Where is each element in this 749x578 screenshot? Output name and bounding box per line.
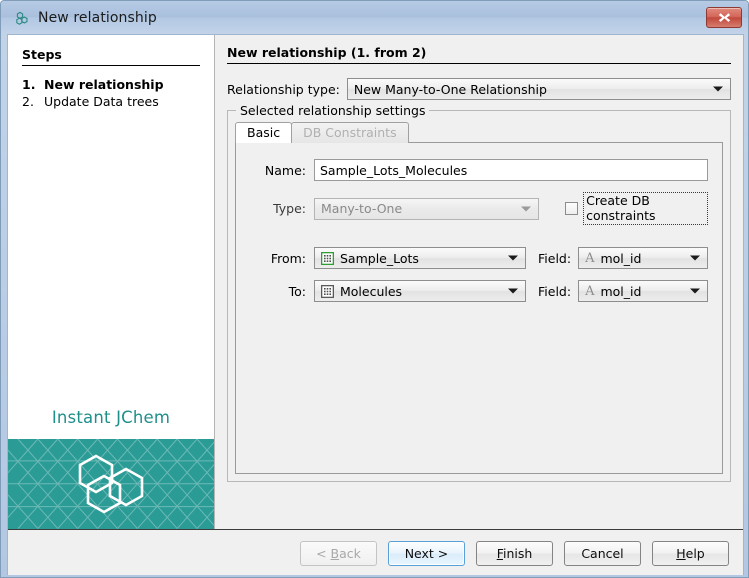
chevron-down-icon xyxy=(508,289,518,294)
to-field-value: mol_id xyxy=(600,284,641,299)
text-field-a-icon: A xyxy=(585,252,594,265)
from-field-combobox[interactable]: A mol_id xyxy=(578,247,708,269)
molecule-icon xyxy=(14,10,30,26)
steps-heading: Steps xyxy=(22,47,200,66)
back-button: < Back xyxy=(300,541,377,566)
cancel-button[interactable]: Cancel xyxy=(564,541,641,566)
to-row: To: xyxy=(250,280,708,302)
from-field-value: mol_id xyxy=(600,251,641,266)
step-item-2: 2. Update Data trees xyxy=(8,93,214,110)
relationship-type-value: New Many-to-One Relationship xyxy=(354,82,547,97)
group-legend: Selected relationship settings xyxy=(236,103,429,118)
table-grid-icon-gray xyxy=(321,285,334,298)
next-button-label: Next > xyxy=(405,546,449,561)
relationship-type-label: Relationship type: xyxy=(227,82,340,97)
type-row: Type: Many-to-One Create DB constraints xyxy=(250,192,708,225)
sidebar-spacer xyxy=(8,110,214,408)
cancel-button-label: Cancel xyxy=(581,546,623,561)
create-db-constraints-label: Create DB constraints xyxy=(583,192,708,225)
from-table-combobox[interactable]: Sample_Lots xyxy=(314,247,526,269)
from-table-value: Sample_Lots xyxy=(340,251,419,266)
finish-button[interactable]: Finish xyxy=(476,541,553,566)
dialog-client-area: Steps 1. New relationship 2. Update Data… xyxy=(7,34,744,577)
tab-strip: Basic DB Constraints xyxy=(235,121,409,143)
finish-button-label: Finish xyxy=(497,546,533,561)
step-number: 1. xyxy=(22,76,44,93)
create-db-constraints-checkbox-wrap[interactable]: Create DB constraints xyxy=(565,192,708,225)
from-row: From: xyxy=(250,247,708,269)
window-bottom-edge xyxy=(1,575,749,577)
to-table-value: Molecules xyxy=(340,284,402,299)
from-label: From: xyxy=(250,251,306,266)
table-grid-icon-green xyxy=(321,252,334,265)
chevron-down-icon xyxy=(713,87,723,92)
name-label: Name: xyxy=(250,163,306,178)
steps-panel: Steps 1. New relationship 2. Update Data… xyxy=(8,35,215,529)
from-field-label: Field: xyxy=(538,251,571,266)
step-number: 2. xyxy=(22,93,44,110)
tab-db-constraints: DB Constraints xyxy=(291,122,409,143)
brand-name: Instant JChem xyxy=(8,408,214,439)
text-field-a-icon: A xyxy=(585,285,594,298)
chevron-down-icon xyxy=(521,206,531,211)
chevron-down-icon xyxy=(690,289,700,294)
to-label: To: xyxy=(250,284,306,299)
step-item-1: 1. New relationship xyxy=(8,76,214,93)
steps-list: 1. New relationship 2. Update Data trees xyxy=(8,76,214,110)
name-row: Name: xyxy=(250,159,708,181)
create-db-constraints-checkbox[interactable] xyxy=(565,202,578,215)
selected-relationship-settings-group: Selected relationship settings Basic DB … xyxy=(227,110,731,482)
type-value: Many-to-One xyxy=(321,201,402,216)
name-input[interactable] xyxy=(314,159,708,181)
page-title: New relationship (1. from 2) xyxy=(227,45,731,64)
to-table-combobox[interactable]: Molecules xyxy=(314,280,526,302)
main-pane: New relationship (1. from 2) Relationshi… xyxy=(215,35,743,529)
form-spacer xyxy=(250,236,708,247)
chevron-down-icon xyxy=(508,256,518,261)
dialog-button-bar: < Back Next > Finish Cancel Help xyxy=(8,529,743,577)
type-combobox: Many-to-One xyxy=(314,198,539,220)
help-button-label: Help xyxy=(676,546,705,561)
close-button[interactable] xyxy=(706,7,742,28)
step-label: Update Data trees xyxy=(44,93,159,110)
relationship-type-row: Relationship type: New Many-to-One Relat… xyxy=(227,78,731,100)
type-label: Type: xyxy=(250,201,306,216)
dialog-body: Steps 1. New relationship 2. Update Data… xyxy=(8,35,743,529)
dialog-window: New relationship Steps 1. New relationsh… xyxy=(0,0,749,578)
window-title: New relationship xyxy=(38,10,157,26)
close-icon xyxy=(718,12,731,23)
title-bar: New relationship xyxy=(1,1,749,34)
to-field-label: Field: xyxy=(538,284,571,299)
help-button[interactable]: Help xyxy=(652,541,729,566)
step-label: New relationship xyxy=(44,76,164,93)
to-field-combobox[interactable]: A mol_id xyxy=(578,280,708,302)
relationship-type-combobox[interactable]: New Many-to-One Relationship xyxy=(347,78,731,100)
brand-artwork xyxy=(8,439,214,529)
tab-basic[interactable]: Basic xyxy=(235,122,292,143)
chevron-down-icon xyxy=(690,256,700,261)
next-button[interactable]: Next > xyxy=(388,541,465,566)
jchem-hexagon-logo-icon xyxy=(74,453,148,515)
tab-content-basic: Name: Type: Many-to-One xyxy=(235,142,723,474)
back-button-label: < Back xyxy=(316,546,361,561)
